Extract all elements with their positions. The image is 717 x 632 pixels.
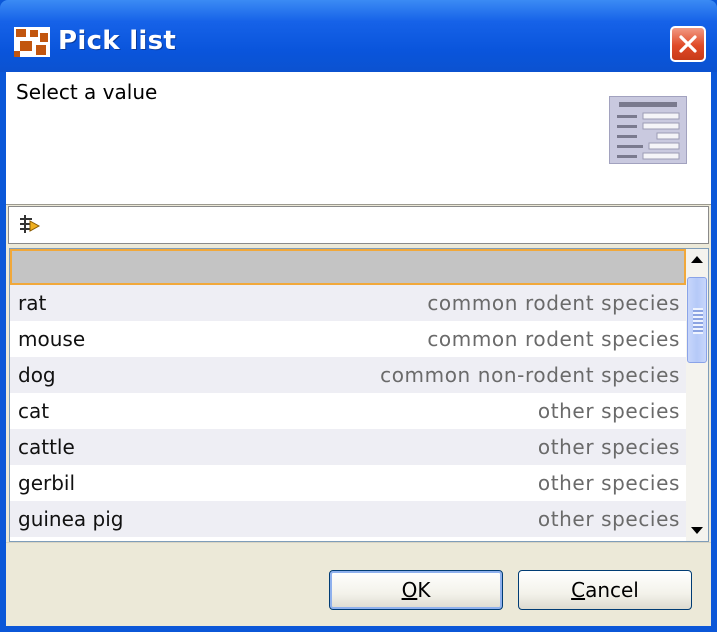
arrow-down-icon: [691, 527, 703, 534]
scroll-up-button[interactable]: [686, 249, 708, 271]
item-name: dog: [18, 363, 56, 387]
prompt-text: Select a value: [16, 80, 158, 104]
close-button[interactable]: [670, 26, 706, 62]
item-name: cattle: [18, 435, 75, 459]
app-icon: [14, 27, 50, 57]
scroll-down-button[interactable]: [686, 519, 708, 541]
ok-button[interactable]: OK: [329, 570, 503, 610]
dialog-title: Pick list: [58, 26, 177, 56]
filter-input[interactable]: [8, 206, 709, 244]
list-item[interactable]: cat other species: [10, 393, 686, 429]
item-category: other species: [537, 471, 680, 495]
vertical-scrollbar[interactable]: [686, 249, 708, 541]
ok-mnemonic: O: [401, 578, 418, 602]
cancel-mnemonic: C: [571, 578, 586, 602]
list-item[interactable]: guinea pig other species: [10, 501, 686, 537]
title-bar[interactable]: Pick list: [0, 0, 717, 72]
item-name: guinea pig: [18, 507, 124, 531]
item-category: common rodent species: [427, 327, 680, 351]
ok-label: K: [417, 578, 431, 602]
item-category: common rodent species: [427, 291, 680, 315]
list-item[interactable]: mouse common rodent species: [10, 321, 686, 357]
item-name: rat: [18, 291, 47, 315]
dialog-body: Select a value rat common rodent species…: [6, 72, 711, 626]
list-item-empty[interactable]: [10, 249, 686, 285]
list-rows: rat common rodent species mouse common r…: [10, 249, 686, 541]
item-name: mouse: [18, 327, 86, 351]
list-item[interactable]: rat common rodent species: [10, 285, 686, 321]
item-category: other species: [537, 507, 680, 531]
value-list[interactable]: rat common rodent species mouse common r…: [9, 248, 709, 542]
pick-list-dialog: Pick list Select a value rat common rode…: [0, 0, 717, 632]
header-banner: Select a value: [6, 72, 711, 205]
arrow-up-icon: [691, 256, 703, 263]
item-category: other species: [537, 399, 680, 423]
list-item[interactable]: dog common non-rodent species: [10, 357, 686, 393]
list-item[interactable]: gerbil other species: [10, 465, 686, 501]
close-icon: [679, 35, 697, 53]
scroll-thumb[interactable]: [687, 277, 707, 363]
list-item[interactable]: cattle other species: [10, 429, 686, 465]
item-category: common non-rodent species: [380, 363, 680, 387]
filter-icon: [20, 215, 41, 233]
item-name: gerbil: [18, 471, 76, 495]
item-category: other species: [537, 435, 680, 459]
divider: [6, 542, 711, 543]
cancel-label: ancel: [585, 578, 639, 602]
item-name: cat: [18, 399, 50, 423]
form-list-icon: [609, 96, 687, 164]
cancel-button[interactable]: Cancel: [518, 570, 692, 610]
grip-icon: [693, 308, 703, 334]
